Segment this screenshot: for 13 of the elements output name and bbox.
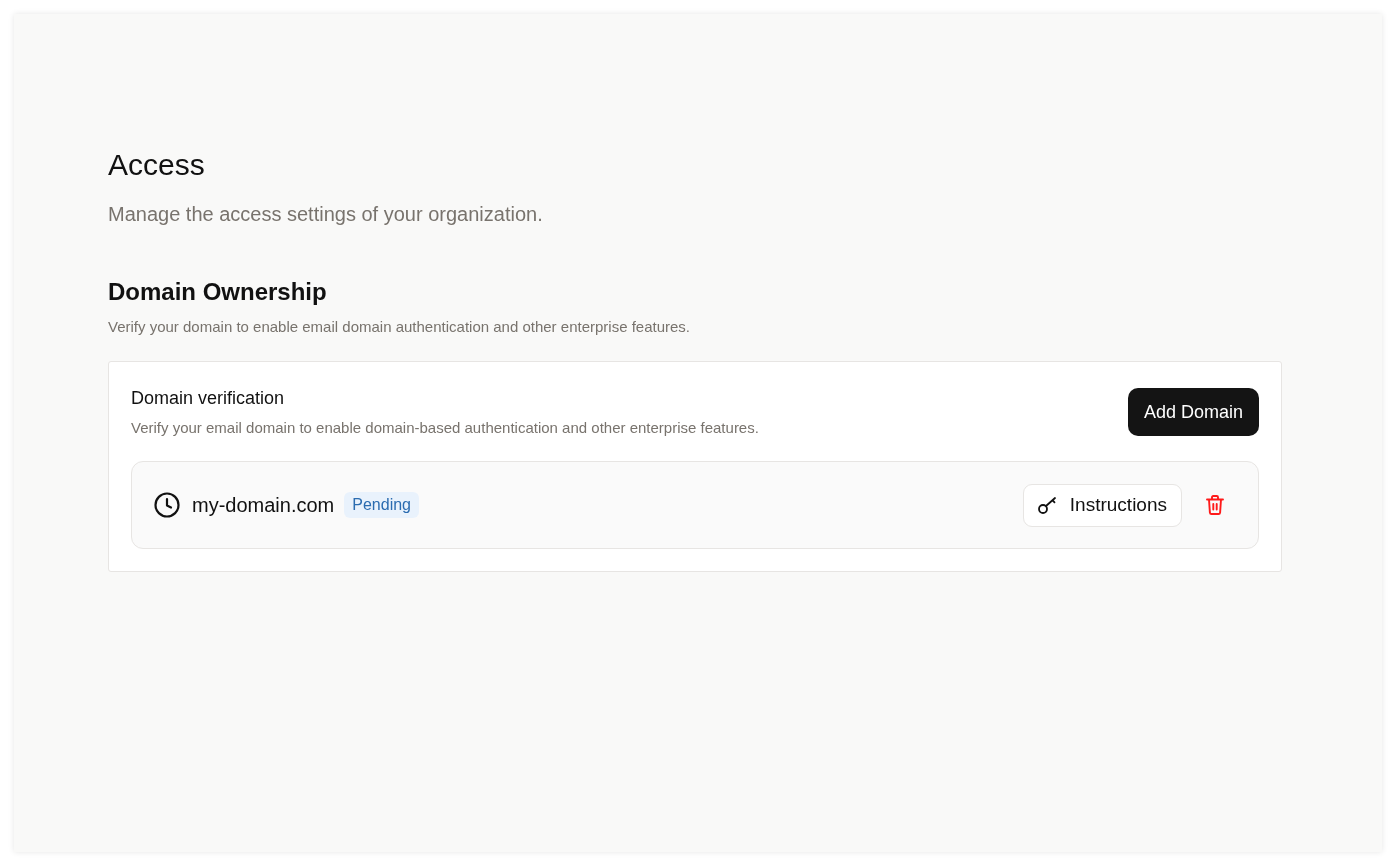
- instructions-button[interactable]: Instructions: [1022, 483, 1182, 527]
- clock-icon: [154, 492, 180, 518]
- add-domain-button[interactable]: Add Domain: [1127, 388, 1259, 436]
- card-title: Domain verification: [131, 387, 286, 410]
- key-icon: [1037, 496, 1058, 514]
- section-title: Domain Ownership: [108, 277, 328, 307]
- card-description: Verify your email domain to enable domain-based authentication and other enterprise features.: [131, 418, 759, 438]
- page-title: Access: [108, 147, 206, 183]
- domain-name: my-domain.com: [192, 493, 335, 518]
- status-badge: Pending: [344, 492, 419, 518]
- section-description: Verify your domain to enable email domain authentication and other enterprise features.: [108, 317, 692, 337]
- trash-icon: [1206, 495, 1224, 515]
- page-subtitle: Manage the access settings of your organization.: [108, 202, 544, 227]
